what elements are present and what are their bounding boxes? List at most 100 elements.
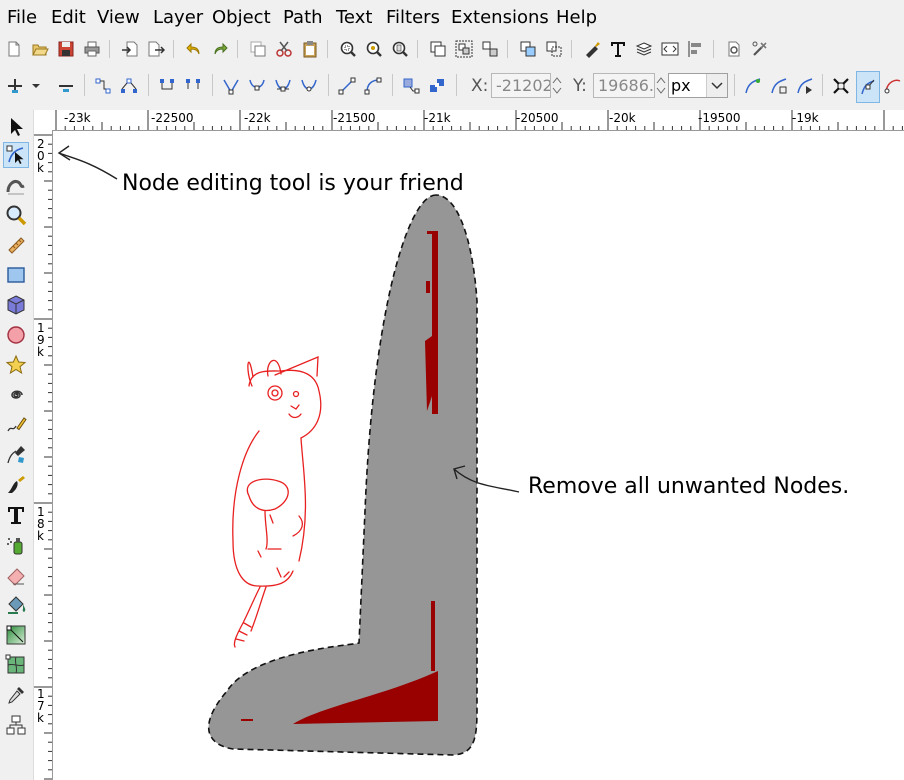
menu-help[interactable]: Help — [556, 7, 597, 29]
node-tool-icon[interactable] — [3, 142, 29, 168]
cat-drawing — [232, 356, 322, 648]
mesh-tool-icon[interactable] — [3, 652, 29, 678]
ellipse-tool-icon[interactable] — [3, 322, 29, 348]
separator — [392, 74, 393, 96]
connector-tool-icon[interactable] — [3, 712, 29, 738]
separator — [417, 40, 418, 58]
ruler-label: -21500 — [333, 111, 376, 125]
menu-extensions[interactable]: Extensions — [451, 7, 549, 29]
print-icon[interactable] — [83, 40, 101, 58]
zoom-tool-icon[interactable] — [3, 202, 29, 228]
auto-smooth-node-icon[interactable] — [300, 77, 318, 95]
group-icon[interactable] — [455, 40, 473, 58]
align-icon[interactable] — [687, 40, 705, 58]
y-spinner[interactable] — [655, 73, 667, 98]
horizontal-ruler[interactable]: -23k -22500 -22k -21500 -21k -20500 -20k… — [52, 110, 904, 131]
join-segment-icon[interactable] — [158, 77, 176, 95]
duplicate-icon[interactable] — [249, 40, 267, 58]
vertical-ruler[interactable]: 2 0 k 1 9 k 1 8 k 1 7 k — [34, 130, 53, 780]
chevron-down-icon — [706, 74, 727, 97]
delete-node-icon[interactable] — [57, 77, 75, 95]
zoom-selection-icon[interactable] — [339, 40, 357, 58]
ungroup-icon[interactable] — [481, 40, 499, 58]
paste-icon[interactable] — [301, 40, 319, 58]
smooth-node-icon[interactable] — [248, 77, 266, 95]
show-handles-icon[interactable] — [856, 71, 880, 103]
y-coordinate-input[interactable]: 19686.6 — [593, 73, 655, 98]
menu-path[interactable]: Path — [283, 7, 323, 29]
document-properties-icon[interactable] — [725, 40, 743, 58]
symmetric-node-icon[interactable] — [274, 77, 292, 95]
measure-tool-icon[interactable] — [3, 232, 29, 258]
segment-curve-icon[interactable] — [364, 77, 382, 95]
show-transform-handles-icon[interactable] — [832, 77, 850, 95]
show-path-effect-icon[interactable] — [744, 77, 762, 95]
x-coordinate-input[interactable]: -21202. — [491, 73, 551, 98]
xml-editor-icon[interactable] — [661, 40, 679, 58]
menu-filters[interactable]: Filters — [386, 7, 440, 29]
segment-line-icon[interactable] — [338, 77, 356, 95]
ruler-label: -20500 — [516, 111, 559, 125]
export-icon[interactable] — [147, 40, 165, 58]
open-icon[interactable] — [31, 40, 49, 58]
fill-stroke-icon[interactable] — [583, 40, 601, 58]
menu-edit[interactable]: Edit — [51, 7, 86, 29]
join-nodes-icon[interactable] — [94, 77, 112, 95]
tweak-tool-icon[interactable] — [3, 172, 29, 198]
calligraphy-tool-icon[interactable] — [3, 472, 29, 498]
menu-view[interactable]: View — [97, 7, 140, 29]
break-path-icon[interactable] — [120, 77, 138, 95]
cusp-node-icon[interactable] — [222, 77, 240, 95]
separator — [212, 74, 213, 96]
text-tool-icon[interactable] — [3, 502, 29, 528]
selector-tool-icon[interactable] — [3, 114, 29, 140]
layers-icon[interactable] — [635, 40, 653, 58]
import-icon[interactable] — [121, 40, 139, 58]
text-font-icon[interactable] — [609, 40, 627, 58]
separator — [571, 40, 572, 58]
menu-layer[interactable]: Layer — [153, 7, 203, 29]
menu-object[interactable]: Object — [212, 7, 271, 29]
ruler-label: -19k — [792, 111, 819, 125]
redo-icon[interactable] — [211, 40, 229, 58]
ruler-ticks — [34, 134, 52, 780]
ruler-label: -23k — [64, 111, 91, 125]
pen-tool-icon[interactable] — [3, 442, 29, 468]
new-document-icon[interactable] — [5, 40, 23, 58]
separator — [84, 74, 85, 96]
save-icon[interactable] — [57, 40, 75, 58]
show-clip-path-icon[interactable] — [770, 77, 788, 95]
stroke-to-path-icon[interactable] — [428, 77, 446, 95]
drawing-canvas[interactable]: Node editing tool is your friend Remove … — [53, 131, 904, 780]
show-outline-icon[interactable] — [884, 77, 902, 95]
cut-icon[interactable] — [275, 40, 293, 58]
zoom-page-icon[interactable] — [391, 40, 409, 58]
menu-text[interactable]: Text — [336, 7, 372, 29]
unit-select[interactable]: px — [668, 73, 728, 98]
star-tool-icon[interactable] — [3, 352, 29, 378]
chevron-down-icon[interactable] — [30, 77, 42, 95]
zoom-drawing-icon[interactable] — [365, 40, 383, 58]
rectangle-tool-icon[interactable] — [3, 262, 29, 288]
separator — [327, 40, 328, 58]
preferences-icon[interactable] — [751, 40, 769, 58]
object-to-path-icon[interactable] — [402, 77, 420, 95]
paint-bucket-tool-icon[interactable] — [3, 592, 29, 618]
clone-icon[interactable] — [519, 40, 537, 58]
spray-tool-icon[interactable] — [3, 532, 29, 558]
separator — [822, 74, 823, 96]
pencil-tool-icon[interactable] — [3, 412, 29, 438]
copy-icon[interactable] — [429, 40, 447, 58]
3d-box-tool-icon[interactable] — [3, 292, 29, 318]
dropper-tool-icon[interactable] — [3, 682, 29, 708]
undo-icon[interactable] — [185, 40, 203, 58]
x-spinner[interactable] — [551, 73, 563, 98]
eraser-tool-icon[interactable] — [3, 562, 29, 588]
menu-file[interactable]: File — [7, 7, 37, 29]
show-mask-icon[interactable] — [796, 77, 814, 95]
unlink-clone-icon[interactable] — [545, 40, 563, 58]
delete-segment-icon[interactable] — [184, 77, 202, 95]
insert-node-icon[interactable] — [6, 77, 24, 95]
gradient-tool-icon[interactable] — [3, 622, 29, 648]
spiral-tool-icon[interactable] — [3, 382, 29, 408]
